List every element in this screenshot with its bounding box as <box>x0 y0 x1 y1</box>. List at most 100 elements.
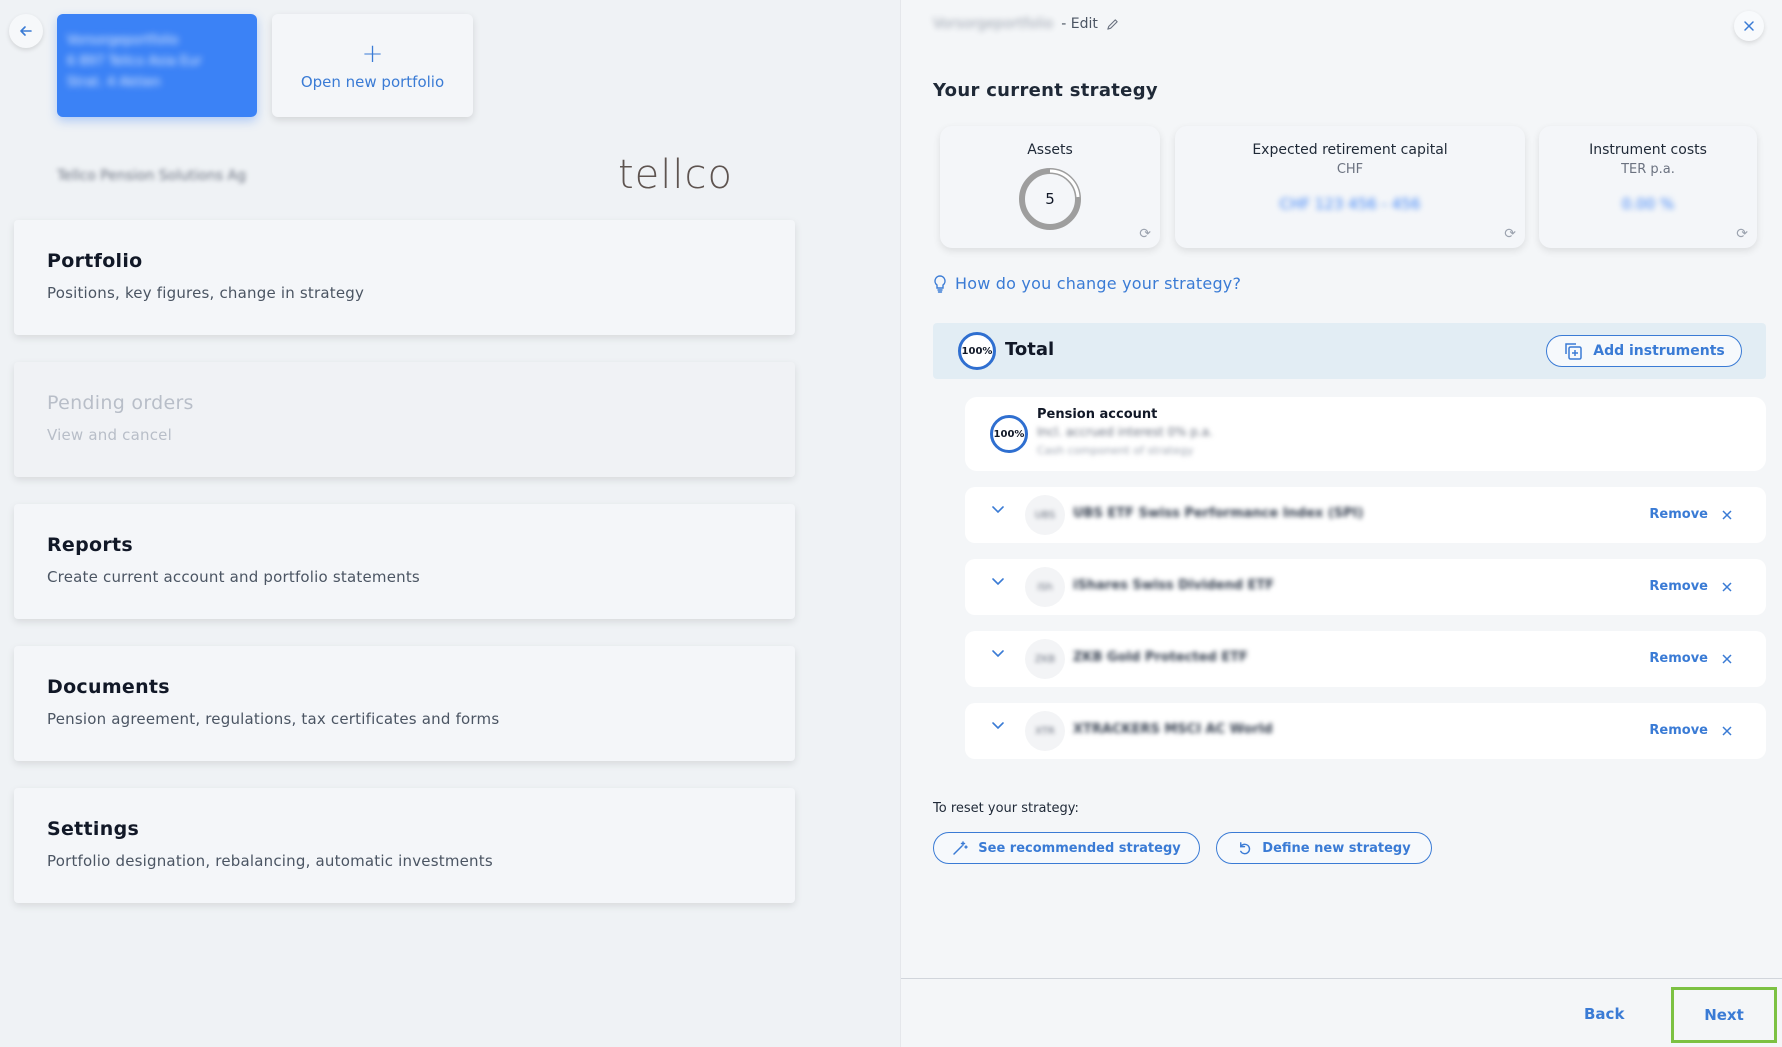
refresh-icon[interactable]: ⟳ <box>1504 226 1516 242</box>
remove-label: Remove <box>1649 723 1708 738</box>
remove-label: Remove <box>1649 579 1708 594</box>
define-new-label: Define new strategy <box>1262 840 1411 856</box>
instrument-name: XTRACKERS MSCI AC World <box>1073 722 1273 737</box>
menu-documents[interactable]: Documents Pension agreement, regulations… <box>14 646 795 761</box>
total-label: Total <box>1005 339 1055 360</box>
kpi-costs-title: Instrument costs <box>1589 142 1707 158</box>
portfolio-card-name: Vorsorgeportfolio <box>67 33 179 48</box>
menu-documents-title: Documents <box>47 676 170 698</box>
instrument-logo: XTR <box>1025 711 1065 751</box>
kpi-retirement-title: Expected retirement capital <box>1252 142 1448 158</box>
remove-instrument-button[interactable]: Remove <box>1649 507 1732 522</box>
remove-instrument-button[interactable]: Remove <box>1649 579 1732 594</box>
refresh-icon[interactable]: ⟳ <box>1139 226 1151 242</box>
menu-reports[interactable]: Reports Create current account and portf… <box>14 504 795 619</box>
kpi-costs-subtitle: TER p.a. <box>1621 162 1675 177</box>
remove-instrument-button[interactable]: Remove <box>1649 723 1732 738</box>
menu-pending-orders: Pending orders View and cancel <box>14 362 795 477</box>
remove-label: Remove <box>1649 507 1708 522</box>
menu-portfolio-subtitle: Positions, key figures, change in strate… <box>47 284 365 302</box>
pension-account-row: 100% Pension account Incl. accrued inter… <box>965 397 1766 471</box>
instrument-name: UBS ETF Swiss Performance Index (SPI) <box>1073 506 1364 521</box>
kpi-costs-value: 0.00 % <box>1621 195 1675 213</box>
open-new-portfolio-label: Open new portfolio <box>300 72 445 91</box>
menu-pending-orders-subtitle: View and cancel <box>47 426 172 444</box>
chevron-down-icon[interactable] <box>990 501 1006 521</box>
menu-pending-orders-title: Pending orders <box>47 392 194 414</box>
instrument-abbr: XTR <box>1035 725 1055 737</box>
menu-settings[interactable]: Settings Portfolio designation, rebalanc… <box>14 788 795 903</box>
provider-name: Tellco Pension Solutions Ag <box>57 168 247 184</box>
instrument-row: UBS UBS ETF Swiss Performance Index (SPI… <box>965 487 1766 543</box>
portfolio-card-strategy: Strat. 4 Aktien <box>67 75 161 90</box>
instrument-abbr: UBS <box>1034 509 1056 521</box>
kpi-retirement-value: CHF 123 456 - 456 <box>1279 195 1421 213</box>
edit-header: Vorsorgeportfolio - Edit <box>933 16 1119 32</box>
instrument-name: iShares Swiss Dividend ETF <box>1073 578 1275 593</box>
close-button[interactable] <box>1734 11 1764 41</box>
kpi-assets-title: Assets <box>1027 142 1073 158</box>
plus-icon: + <box>361 38 384 69</box>
instrument-abbr: iSh <box>1037 581 1053 593</box>
menu-portfolio[interactable]: Portfolio Positions, key figures, change… <box>14 220 795 335</box>
chevron-down-icon[interactable] <box>990 573 1006 593</box>
total-row: 100% Total Add instruments <box>933 323 1766 379</box>
kpi-instrument-costs: Instrument costs TER p.a. 0.00 % ⟳ <box>1539 126 1757 248</box>
pension-interest: Incl. accrued interest 0% p.a. <box>1037 425 1213 439</box>
menu-documents-subtitle: Pension agreement, regulations, tax cert… <box>47 710 500 728</box>
strategy-help-label: How do you change your strategy? <box>955 274 1242 293</box>
portfolio-navigation-panel: Vorsorgeportfolio 6 897 Tellco Asia Eur … <box>0 0 900 1047</box>
instrument-row: XTR XTRACKERS MSCI AC World Remove <box>965 703 1766 759</box>
kpi-assets: Assets 5 ⟳ <box>940 126 1160 248</box>
pension-description: Cash component of strategy <box>1037 444 1194 457</box>
add-copy-icon <box>1565 343 1582 360</box>
assets-gauge: 5 <box>1017 166 1083 232</box>
instrument-row: ZKB ZKB Gold Protected ETF Remove <box>965 631 1766 687</box>
assets-count: 5 <box>1045 190 1055 208</box>
magic-wand-icon <box>953 841 969 855</box>
add-instruments-button[interactable]: Add instruments <box>1546 335 1742 367</box>
instrument-abbr: ZKB <box>1034 653 1056 665</box>
next-button[interactable]: Next <box>1671 987 1777 1043</box>
pension-title: Pension account <box>1037 407 1158 422</box>
menu-settings-subtitle: Portfolio designation, rebalancing, auto… <box>47 852 493 870</box>
back-arrow-button[interactable] <box>9 14 43 48</box>
menu-settings-title: Settings <box>47 818 140 840</box>
see-recommended-label: See recommended strategy <box>978 840 1181 856</box>
instrument-logo: iSh <box>1025 567 1065 607</box>
remove-instrument-button[interactable]: Remove <box>1649 651 1732 666</box>
pencil-icon[interactable] <box>1106 18 1119 31</box>
define-new-strategy-button[interactable]: Define new strategy <box>1216 832 1432 864</box>
selected-portfolio-card[interactable]: Vorsorgeportfolio 6 897 Tellco Asia Eur … <box>57 14 257 117</box>
close-icon <box>1722 725 1732 736</box>
portfolio-card-detail: 6 897 Tellco Asia Eur <box>67 54 202 69</box>
portfolio-name: Vorsorgeportfolio <box>933 16 1054 32</box>
back-button[interactable]: Back <box>1584 1005 1624 1023</box>
section-title: Your current strategy <box>933 80 1158 101</box>
instrument-row: iSh iShares Swiss Dividend ETF Remove <box>965 559 1766 615</box>
close-icon <box>1722 509 1732 520</box>
refresh-icon[interactable]: ⟳ <box>1736 226 1748 242</box>
menu-reports-title: Reports <box>47 534 134 556</box>
chevron-down-icon[interactable] <box>990 717 1006 737</box>
close-icon <box>1722 653 1732 664</box>
edit-strategy-panel: Vorsorgeportfolio - Edit Your current st… <box>901 0 1782 1047</box>
strategy-help-link[interactable]: How do you change your strategy? <box>933 274 1241 293</box>
kpi-retirement-currency: CHF <box>1336 162 1364 177</box>
lightbulb-icon <box>934 274 946 293</box>
instrument-name: ZKB Gold Protected ETF <box>1073 650 1248 665</box>
remove-label: Remove <box>1649 651 1708 666</box>
tellco-logo: tellco <box>618 152 733 198</box>
close-icon <box>1744 21 1754 31</box>
footer-divider <box>901 978 1782 979</box>
add-instruments-label: Add instruments <box>1593 343 1725 359</box>
instrument-logo: UBS <box>1025 495 1065 535</box>
open-new-portfolio-button[interactable]: + Open new portfolio <box>272 14 473 117</box>
see-recommended-strategy-button[interactable]: See recommended strategy <box>933 832 1200 864</box>
reset-strategy-label: To reset your strategy: <box>933 801 1079 816</box>
instrument-logo: ZKB <box>1025 639 1065 679</box>
kpi-retirement-capital: Expected retirement capital CHF CHF 123 … <box>1175 126 1525 248</box>
arrow-left-icon <box>20 26 32 36</box>
total-percent: 100% <box>958 332 996 370</box>
chevron-down-icon[interactable] <box>990 645 1006 665</box>
